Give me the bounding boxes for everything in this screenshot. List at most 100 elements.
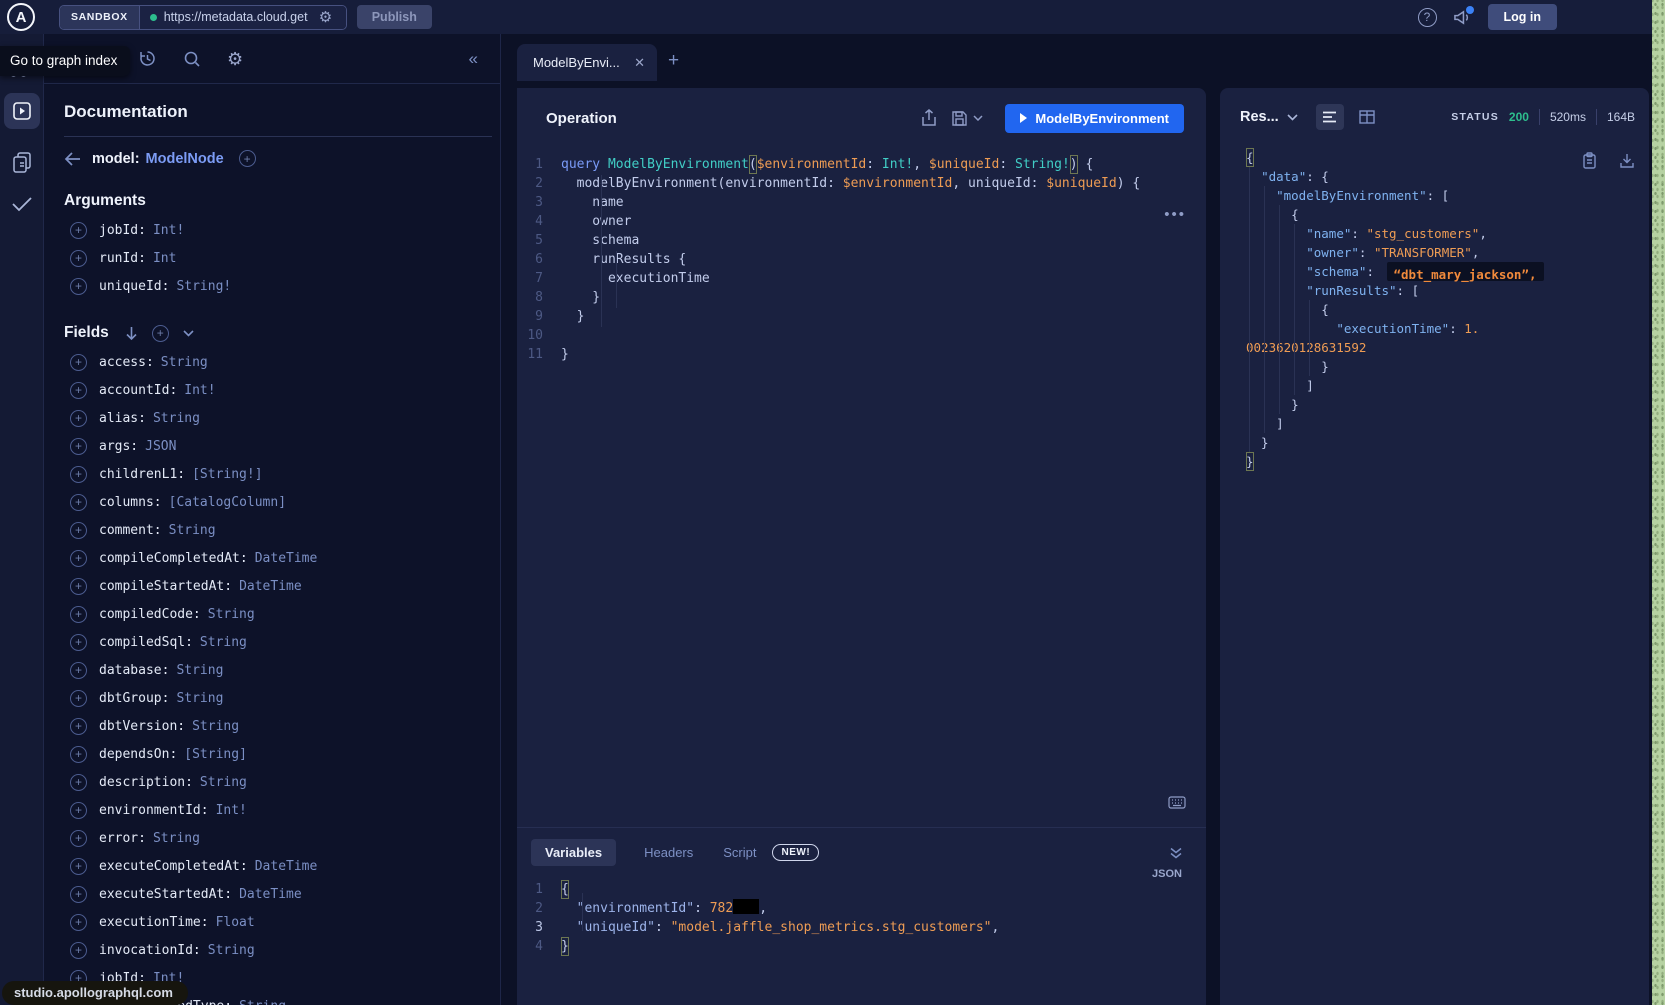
share-icon[interactable]	[921, 109, 937, 127]
field-name[interactable]: description:	[99, 775, 193, 790]
breadcrumb-type-link[interactable]: ModelNode	[146, 151, 224, 167]
field-name[interactable]: dbtVersion:	[99, 719, 185, 734]
help-icon[interactable]: ?	[1418, 8, 1437, 27]
field-type-link[interactable]: String	[161, 355, 208, 370]
schema-settings-gear-icon[interactable]: ⚙	[227, 50, 243, 68]
field-type-link[interactable]: DateTime	[239, 579, 302, 594]
field-type-link[interactable]: [CatalogColumn]	[169, 495, 286, 510]
field-type-link[interactable]: DateTime	[239, 887, 302, 902]
sort-down-arrow-icon[interactable]	[125, 326, 138, 341]
field-name[interactable]: accountId:	[99, 383, 177, 398]
field-type-link[interactable]: [String]	[184, 747, 247, 762]
collapse-panel-icon[interactable]: «	[469, 49, 478, 69]
variables-editor[interactable]: 1{2 "environmentId": 782,3 "uniqueId": "…	[517, 880, 1206, 956]
field-type-link[interactable]: String	[169, 523, 216, 538]
add-to-query-plus-icon[interactable]: +	[70, 250, 87, 267]
field-name[interactable]: error:	[99, 831, 146, 846]
field-type-link[interactable]: String	[208, 607, 255, 622]
checks-nav-button[interactable]	[0, 196, 44, 212]
field-name[interactable]: comment:	[99, 523, 162, 538]
operation-tab[interactable]: ModelByEnvi... ✕	[517, 44, 657, 81]
add-to-query-plus-icon[interactable]: +	[70, 278, 87, 295]
raw-view-button[interactable]	[1316, 104, 1344, 130]
field-name[interactable]: columns:	[99, 495, 162, 510]
field-name[interactable]: args:	[99, 439, 138, 454]
field-type-link[interactable]: Int!	[184, 383, 215, 398]
add-to-query-plus-icon[interactable]: +	[70, 578, 87, 595]
field-name[interactable]: runId:	[99, 251, 146, 266]
field-type-link[interactable]: Int!	[216, 803, 247, 818]
endpoint-url-input[interactable]: https://metadata.cloud.get ⚙	[140, 6, 346, 29]
field-name[interactable]: alias:	[99, 411, 146, 426]
field-name[interactable]: database:	[99, 663, 169, 678]
new-tab-button[interactable]: +	[668, 50, 679, 72]
add-to-query-plus-icon[interactable]: +	[70, 662, 87, 679]
announcements-icon[interactable]	[1453, 9, 1472, 26]
back-arrow-icon[interactable]	[64, 152, 81, 166]
field-name[interactable]: childrenL1:	[99, 467, 185, 482]
add-to-query-plus-icon[interactable]: +	[70, 858, 87, 875]
download-response-icon[interactable]	[1619, 152, 1635, 169]
add-all-fields-icon[interactable]: +	[152, 325, 169, 342]
add-to-query-plus-icon[interactable]: +	[70, 774, 87, 791]
table-view-button[interactable]	[1353, 104, 1381, 130]
field-type-link[interactable]: String	[153, 831, 200, 846]
field-name[interactable]: compiledCode:	[99, 607, 201, 622]
run-operation-button[interactable]: ModelByEnvironment	[1005, 104, 1184, 133]
add-to-query-plus-icon[interactable]: +	[70, 690, 87, 707]
login-button[interactable]: Log in	[1488, 4, 1558, 30]
keyboard-shortcuts-icon[interactable]	[1168, 796, 1186, 809]
field-type-link[interactable]: String	[176, 663, 223, 678]
save-dropdown-chevron-icon[interactable]	[973, 115, 983, 121]
field-type-link[interactable]: String	[200, 635, 247, 650]
close-tab-icon[interactable]: ✕	[634, 55, 645, 71]
tab-script[interactable]: Script	[721, 839, 758, 866]
publish-button[interactable]: Publish	[357, 5, 432, 29]
field-type-link[interactable]: String	[200, 775, 247, 790]
add-to-query-plus-icon[interactable]: +	[70, 466, 87, 483]
field-type-link[interactable]: String	[208, 943, 255, 958]
tab-headers[interactable]: Headers	[642, 839, 695, 866]
field-name[interactable]: jobId:	[99, 223, 146, 238]
field-type-link[interactable]: DateTime	[255, 859, 318, 874]
apollo-logo[interactable]: A	[7, 3, 35, 31]
field-type-link[interactable]: String	[176, 691, 223, 706]
add-to-query-plus-icon[interactable]: +	[70, 354, 87, 371]
field-name[interactable]: dbtGroup:	[99, 691, 169, 706]
field-name[interactable]: environmentId:	[99, 803, 209, 818]
add-to-query-plus-icon[interactable]: +	[70, 550, 87, 567]
field-type-link[interactable]: String!	[176, 279, 231, 294]
copy-response-icon[interactable]	[1582, 152, 1597, 170]
chevron-down-icon[interactable]	[183, 330, 194, 337]
add-to-query-plus-icon[interactable]: +	[70, 802, 87, 819]
field-type-link[interactable]: String	[153, 411, 200, 426]
add-to-query-plus-icon[interactable]: +	[70, 634, 87, 651]
add-to-query-plus-icon[interactable]: +	[70, 830, 87, 847]
add-to-query-plus-icon[interactable]: +	[70, 718, 87, 735]
field-name[interactable]: access:	[99, 355, 154, 370]
field-name[interactable]: compiledSql:	[99, 635, 193, 650]
tab-variables[interactable]: Variables	[531, 839, 616, 866]
field-type-link[interactable]: DateTime	[255, 551, 318, 566]
response-title-dropdown[interactable]: Res...	[1240, 109, 1298, 125]
endpoint-settings-gear-icon[interactable]: ⚙	[319, 10, 332, 25]
collapse-variables-icon[interactable]	[1170, 847, 1182, 859]
field-name[interactable]: dependsOn:	[99, 747, 177, 762]
add-field-plus-icon[interactable]: +	[239, 150, 256, 167]
field-name[interactable]: executeStartedAt:	[99, 887, 232, 902]
field-type-link[interactable]: Float	[216, 915, 255, 930]
field-type-link[interactable]: String	[192, 719, 239, 734]
add-to-query-plus-icon[interactable]: +	[70, 746, 87, 763]
add-to-query-plus-icon[interactable]: +	[70, 382, 87, 399]
add-to-query-plus-icon[interactable]: +	[70, 522, 87, 539]
add-to-query-plus-icon[interactable]: +	[70, 886, 87, 903]
add-to-query-plus-icon[interactable]: +	[70, 914, 87, 931]
add-to-query-plus-icon[interactable]: +	[70, 606, 87, 623]
add-to-query-plus-icon[interactable]: +	[70, 410, 87, 427]
add-to-query-plus-icon[interactable]: +	[70, 222, 87, 239]
operation-menu-ellipsis[interactable]: •••	[1164, 206, 1186, 223]
save-icon[interactable]	[951, 110, 968, 127]
operation-editor[interactable]: ••• 1query ModelByEnvironment($environme…	[517, 148, 1206, 820]
field-name[interactable]: executionTime:	[99, 915, 209, 930]
field-type-link[interactable]: JSON	[145, 439, 176, 454]
